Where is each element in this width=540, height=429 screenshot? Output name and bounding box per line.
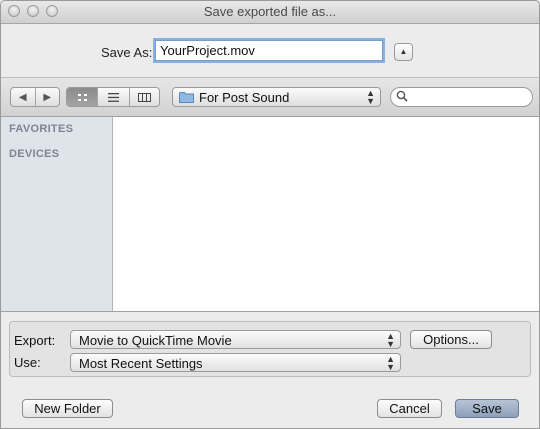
history-nav: ◀ ▶ (10, 87, 60, 107)
icon-view-icon (77, 93, 87, 101)
save-as-area: Save As: ▲ (1, 24, 539, 78)
search-field[interactable] (390, 87, 533, 107)
popup-arrows-icon: ▲ ▼ (366, 88, 375, 106)
popup-arrows-icon: ▲ ▼ (386, 354, 395, 372)
options-button[interactable]: Options... (410, 330, 492, 349)
back-arrow-icon: ◀ (18, 91, 27, 103)
window-title: Save exported file as... (203, 4, 337, 19)
save-button[interactable]: Save (455, 399, 519, 418)
filename-input[interactable] (155, 40, 383, 61)
export-options-box: Export: Movie to QuickTime Movie ▲ ▼ Opti… (9, 321, 531, 377)
search-input[interactable] (413, 90, 529, 106)
forward-arrow-icon: ▶ (43, 91, 52, 103)
use-label: Use: (14, 355, 41, 370)
export-format-value: Movie to QuickTime Movie (79, 333, 232, 348)
browser-toolbar: ◀ ▶ For Post Sound ▲ ▼ (1, 78, 539, 117)
search-icon (396, 90, 408, 102)
save-as-label: Save As: (101, 45, 153, 60)
use-settings-popup[interactable]: Most Recent Settings ▲ ▼ (70, 353, 401, 372)
sidebar: FAVORITES DEVICES (1, 117, 113, 311)
icon-view-button[interactable] (67, 88, 99, 106)
sidebar-section-devices[interactable]: DEVICES (9, 148, 59, 160)
location-label: For Post Sound (199, 90, 290, 105)
column-view-button[interactable] (130, 88, 159, 106)
title-bar: Save exported file as... (1, 1, 539, 24)
list-view-button[interactable] (98, 88, 130, 106)
view-mode-selector (66, 87, 160, 107)
popup-arrows-icon: ▲ ▼ (386, 331, 395, 349)
collapse-dialog-button[interactable]: ▲ (394, 43, 413, 61)
save-dialog: Save exported file as... Save As: ▲ ◀ ▶ (0, 0, 540, 429)
use-settings-value: Most Recent Settings (79, 356, 203, 371)
new-folder-button[interactable]: New Folder (22, 399, 113, 418)
triangle-up-icon: ▲ (399, 47, 408, 56)
back-button[interactable]: ◀ (11, 88, 36, 106)
list-view-icon (107, 92, 119, 102)
column-view-icon (137, 92, 151, 102)
browser-bottom-divider (1, 311, 539, 312)
export-label: Export: (14, 333, 56, 348)
folder-icon (179, 92, 194, 103)
export-format-popup[interactable]: Movie to QuickTime Movie ▲ ▼ (70, 330, 401, 349)
file-browser[interactable] (113, 117, 539, 311)
cancel-button[interactable]: Cancel (377, 399, 442, 418)
location-popup[interactable]: For Post Sound ▲ ▼ (172, 87, 381, 107)
sidebar-section-favorites[interactable]: FAVORITES (9, 123, 73, 135)
forward-button[interactable]: ▶ (36, 88, 60, 106)
